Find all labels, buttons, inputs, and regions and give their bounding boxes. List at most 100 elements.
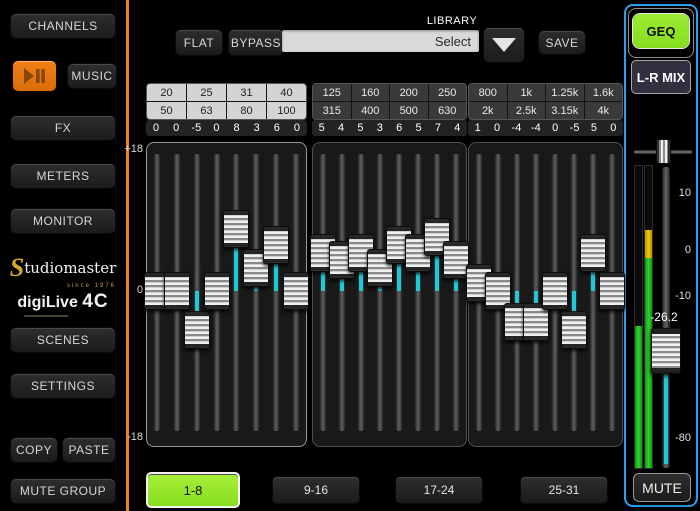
freq-button-31[interactable]: 31 — [227, 84, 266, 101]
brand-logo: Studiomaster since 1976 digiLive 4C — [6, 253, 120, 317]
lr-mix-button[interactable]: L-R MIX — [631, 60, 691, 94]
gain-value: 3 — [370, 122, 389, 134]
mute-group-button[interactable]: MUTE GROUP — [10, 478, 116, 504]
freq-button-630[interactable]: 630 — [429, 102, 467, 119]
freq-button-125[interactable]: 125 — [313, 84, 351, 101]
freq-grid: 8001k1.25k1.6k 2k2.5k3.15k4k — [468, 83, 623, 120]
monitor-button[interactable]: MONITOR — [10, 208, 116, 234]
fader-knob[interactable] — [263, 226, 289, 264]
freq-button-400[interactable]: 400 — [352, 102, 390, 119]
flat-button[interactable]: FLAT — [175, 29, 223, 56]
freq-button-250[interactable]: 250 — [429, 84, 467, 101]
geq-fader[interactable] — [313, 143, 332, 446]
gain-value: 5 — [351, 122, 370, 134]
fader-knob[interactable] — [164, 272, 190, 310]
gain-value: -5 — [565, 122, 584, 134]
master-scale-label: -10 — [665, 290, 691, 302]
freq-button-25[interactable]: 25 — [187, 84, 226, 101]
gain-value: -4 — [526, 122, 545, 134]
geq-fader[interactable] — [447, 143, 466, 446]
gain-value: 6 — [267, 122, 287, 134]
freq-button-80[interactable]: 80 — [227, 102, 266, 119]
freq-button-63[interactable]: 63 — [187, 102, 226, 119]
fader-bank-tab-1-8[interactable]: 1-8 — [146, 472, 240, 508]
geq-fader[interactable] — [207, 143, 227, 446]
copy-button[interactable]: COPY — [10, 437, 58, 463]
gain-values-row: 10-4-40-550 — [468, 120, 623, 136]
geq-scale-top: +18 — [119, 143, 143, 155]
geq-fader[interactable] — [167, 143, 187, 446]
freq-button-50[interactable]: 50 — [147, 102, 186, 119]
fader-knob[interactable] — [184, 311, 210, 349]
chevron-down-icon — [492, 38, 516, 52]
geq-fader[interactable] — [488, 143, 507, 446]
mute-button[interactable]: MUTE — [633, 473, 691, 502]
fader-track — [415, 154, 422, 431]
geq-fader[interactable] — [246, 143, 266, 446]
freq-button-160[interactable]: 160 — [352, 84, 390, 101]
library-select-field[interactable]: Select — [282, 30, 479, 52]
freq-button-500[interactable]: 500 — [390, 102, 428, 119]
fader-knob[interactable] — [580, 234, 606, 272]
fader-knob[interactable] — [542, 272, 568, 310]
geq-fader[interactable] — [428, 143, 447, 446]
gain-value: 0 — [146, 122, 166, 134]
pan-slider-knob[interactable] — [656, 139, 671, 164]
fader-group-box — [312, 142, 467, 447]
geq-fader[interactable] — [351, 143, 370, 446]
fader-knob[interactable] — [204, 272, 230, 310]
fader-knob[interactable] — [561, 311, 587, 349]
fader-track — [453, 154, 460, 431]
fader-bank-tab-9-16[interactable]: 9-16 — [272, 476, 360, 504]
geq-fader[interactable] — [409, 143, 428, 446]
fader-track — [273, 154, 280, 431]
fader-knob[interactable] — [283, 272, 309, 310]
freq-button-20[interactable]: 20 — [147, 84, 186, 101]
channels-button[interactable]: CHANNELS — [10, 13, 116, 39]
gain-value: 0 — [166, 122, 186, 134]
freq-button-1k[interactable]: 1k — [508, 84, 546, 101]
freq-button-1.25k[interactable]: 1.25k — [546, 84, 584, 101]
paste-button[interactable]: PASTE — [62, 437, 116, 463]
save-button[interactable]: SAVE — [538, 30, 586, 55]
library-dropdown-button[interactable] — [483, 27, 525, 63]
freq-button-2.5k[interactable]: 2.5k — [508, 102, 546, 119]
freq-button-800[interactable]: 800 — [469, 84, 507, 101]
fader-bank-tab-17-24[interactable]: 17-24 — [395, 476, 483, 504]
music-button[interactable]: MUSIC — [67, 63, 117, 89]
master-fader-knob[interactable] — [651, 328, 681, 374]
freq-button-100[interactable]: 100 — [267, 102, 306, 119]
master-scale-label: 0 — [665, 244, 691, 256]
fader-knob[interactable] — [599, 272, 625, 310]
freq-button-3.15k[interactable]: 3.15k — [546, 102, 584, 119]
geq-fader[interactable] — [286, 143, 306, 446]
fader-knob[interactable] — [223, 210, 249, 248]
scenes-button[interactable]: SCENES — [10, 327, 116, 353]
geq-band-group-1: 2025314050638010000-508360 — [146, 83, 307, 448]
gain-value: 4 — [331, 122, 350, 134]
geq-fader[interactable] — [603, 143, 622, 446]
fader-group-box — [468, 142, 623, 447]
fader-bank-tab-25-31[interactable]: 25-31 — [520, 476, 608, 504]
fx-button[interactable]: FX — [10, 115, 116, 141]
freq-button-40[interactable]: 40 — [267, 84, 306, 101]
geq-fader[interactable] — [370, 143, 389, 446]
freq-button-315[interactable]: 315 — [313, 102, 351, 119]
geq-button[interactable]: GEQ — [633, 14, 689, 48]
gain-value: 3 — [247, 122, 267, 134]
geq-fader[interactable] — [546, 143, 565, 446]
play-pause-button[interactable] — [12, 60, 57, 92]
freq-button-200[interactable]: 200 — [390, 84, 428, 101]
freq-button-2k[interactable]: 2k — [469, 102, 507, 119]
gain-value: -5 — [186, 122, 206, 134]
geq-scale-mid: 0 — [119, 284, 143, 296]
gain-value: 0 — [287, 122, 307, 134]
bypass-button[interactable]: BYPASS — [228, 29, 284, 56]
gain-value: 1 — [468, 122, 487, 134]
geq-fader[interactable] — [332, 143, 351, 446]
meters-button[interactable]: METERS — [10, 163, 116, 189]
freq-button-4k[interactable]: 4k — [585, 102, 623, 119]
geq-fader[interactable] — [390, 143, 409, 446]
settings-button[interactable]: SETTINGS — [10, 373, 116, 399]
freq-button-1.6k[interactable]: 1.6k — [585, 84, 623, 101]
